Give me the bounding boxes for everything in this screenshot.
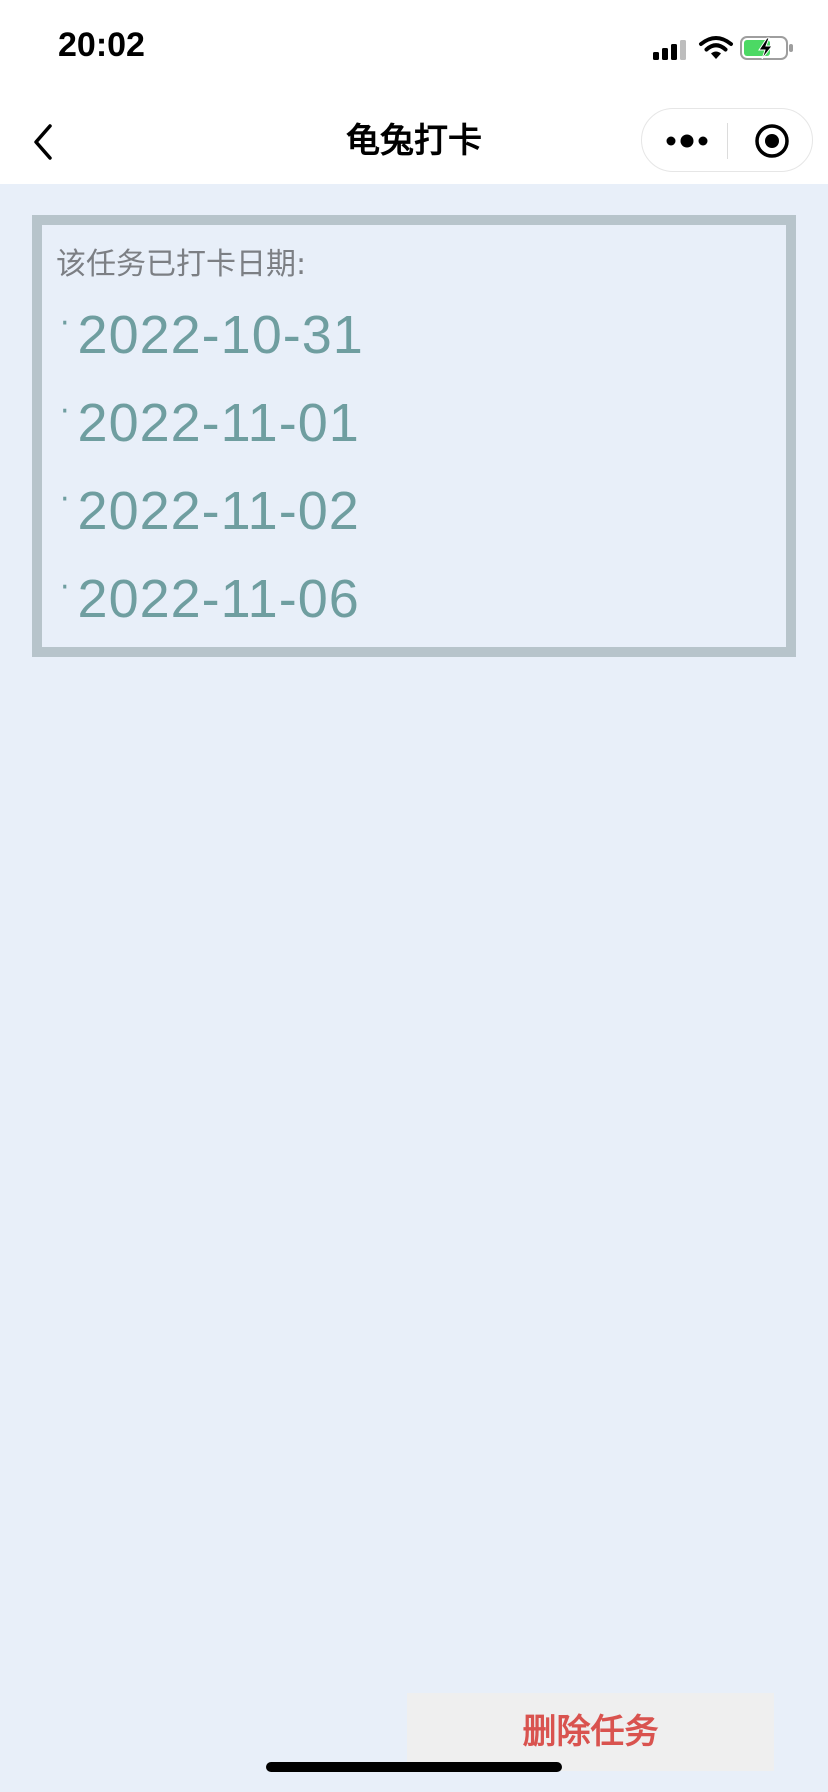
card-title: 该任务已打卡日期: — [56, 247, 307, 282]
home-indicator — [266, 1762, 562, 1772]
date-item: · 2022-11-01 — [60, 379, 364, 467]
navigation-bar: 龟兔打卡 — [0, 98, 828, 184]
signal-icon — [653, 40, 686, 60]
check-in-dates-card: 该任务已打卡日期: · 2022-10-31 · 2022-11-01 · 20… — [32, 215, 796, 657]
delete-task-button[interactable]: 删除任务 — [407, 1693, 774, 1771]
more-icon[interactable] — [664, 127, 710, 155]
status-time: 20:02 — [58, 26, 145, 64]
wifi-icon — [699, 36, 733, 59]
bullet: · — [60, 569, 70, 605]
bullet: · — [60, 305, 70, 341]
date-text: 2022-11-06 — [77, 569, 360, 629]
status-bar: 20:02 — [0, 0, 828, 98]
date-item: · 2022-11-02 — [60, 467, 364, 555]
date-text: 2022-11-01 — [77, 393, 360, 453]
date-text: 2022-11-02 — [77, 481, 360, 541]
bullet: · — [60, 481, 70, 517]
date-text: 2022-10-31 — [77, 305, 364, 365]
close-icon[interactable] — [754, 123, 790, 159]
date-list: · 2022-10-31 · 2022-11-01 · 2022-11-02 ·… — [60, 291, 364, 643]
capsule-divider — [727, 123, 728, 159]
menu-capsule — [641, 108, 813, 172]
bullet: · — [60, 393, 70, 429]
date-item: · 2022-11-06 — [60, 555, 364, 643]
battery-charging-icon — [740, 36, 793, 60]
date-item: · 2022-10-31 — [60, 291, 364, 379]
